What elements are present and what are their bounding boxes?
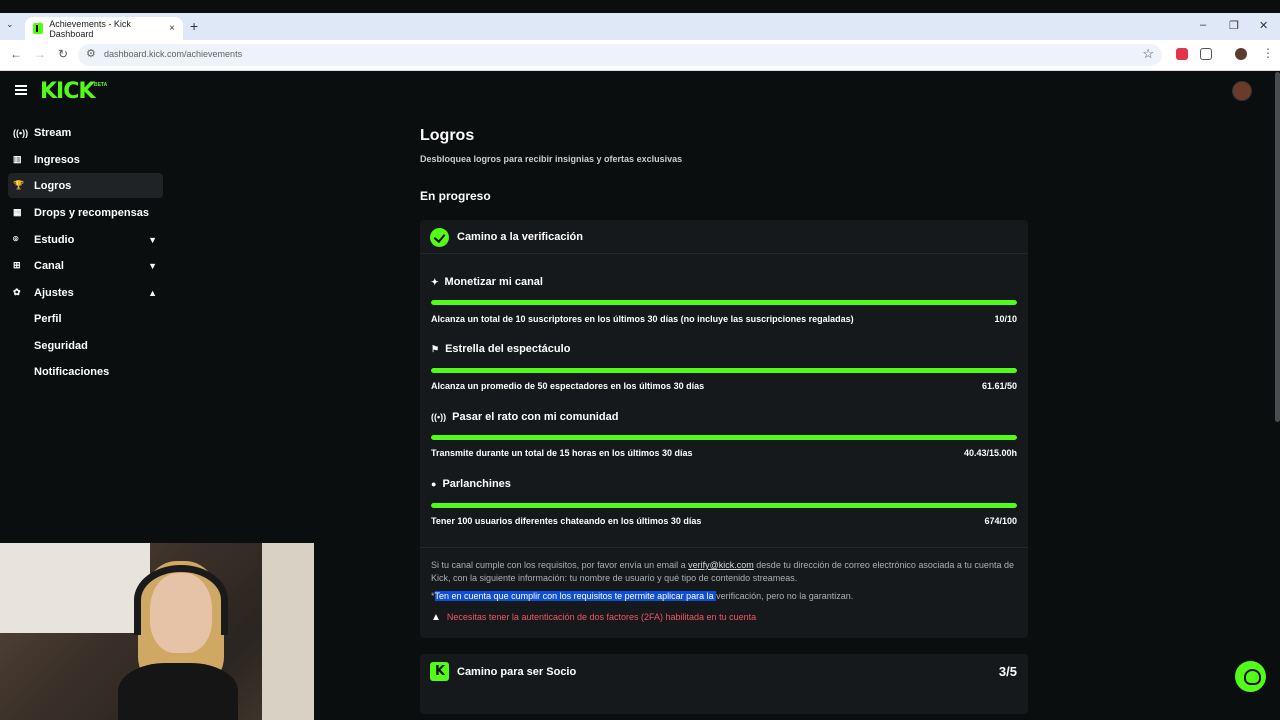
progress-bar [431,435,1017,440]
partner-card-count: 3/5 [998,664,1017,679]
close-window-icon[interactable]: ✕ [1259,19,1268,32]
broadcast-icon: ((•)) [431,412,447,422]
sidebar-item-drops[interactable]: ▦ Drops y recompensas [8,200,163,225]
verification-info: Si tu canal cumple con los requisitos, p… [431,560,1014,583]
card-divider [420,547,1028,548]
progress-bar [431,503,1017,508]
browser-menu-icon[interactable]: ⋮ [1262,46,1274,60]
omnibox[interactable]: ⚙ dashboard.kick.com/achievements ☆ [78,44,1162,66]
sidebar-item-ajustes[interactable]: ✿ Ajustes ▲ [8,280,163,305]
requirement-desc: Alcanza un total de 10 suscriptores en l… [431,314,854,324]
requirement-desc: Alcanza un promedio de 50 espectadores e… [431,381,705,391]
requirement-name: ⚑ Estrella del espectáculo [431,343,571,355]
sidebar-item-canal[interactable]: ⊞ Canal ▼ [8,253,163,278]
os-top-strip [0,0,1280,13]
sidebar-item-stream[interactable]: ((•)) Stream [8,120,163,145]
channel-icon: ⊞ [13,260,21,270]
gear-icon: ✿ [13,287,21,297]
sidebar-item-label: Drops y recompensas [34,206,149,219]
close-tab-icon[interactable]: × [169,23,175,34]
requirement-desc: Transmite durante un total de 15 horas e… [431,448,693,458]
trophy-icon: 🏆 [13,180,25,190]
kick-favicon-icon [33,23,44,34]
headset [134,565,228,635]
studio-icon: ⌾ [13,234,19,244]
partner-card-title: Camino para ser Socio [457,666,577,678]
verification-note: *Ten en cuenta que cumplir con los requi… [431,591,854,601]
2fa-warning: ▲ Necesitas tener la autenticación de dos… [431,612,757,623]
sidebar-item-ingresos[interactable]: ▥ Ingresos [8,147,163,172]
url-text: dashboard.kick.com/achievements [104,49,243,59]
partner-card[interactable] [420,654,1028,714]
kick-k-icon [430,662,449,681]
support-chat-icon[interactable] [1235,661,1266,692]
sidebar-subitem-seguridad[interactable]: Seguridad [34,340,88,352]
progress-fill [431,503,1017,508]
beta-badge: BETA [94,82,108,88]
extensions-puzzle-icon[interactable] [1200,48,1212,60]
requirement-value: 674/100 [984,516,1017,526]
card-title: Camino a la verificación [457,231,583,243]
sidebar-item-label: Ingresos [34,153,80,166]
chevron-down-icon: ▼ [148,234,157,245]
tab-title: Achievements - Kick Dashboard [49,18,131,39]
page-scrollbar[interactable] [1275,72,1280,422]
requirement-name: ✦ Monetizar mi canal [431,276,543,288]
selected-text: Ten en cuenta que cumplir con los requis… [434,591,717,601]
webcam-background [0,543,150,633]
sidebar-subitem-notificaciones[interactable]: Notificaciones [34,366,109,378]
bookmark-star-icon[interactable]: ☆ [1142,46,1154,62]
new-tab-icon[interactable]: + [190,18,198,34]
requirement-value: 10/10 [994,314,1017,324]
requirement-desc: Tener 100 usuarios diferentes chateando … [431,516,702,526]
webcam-person-body [118,663,238,720]
forward-icon[interactable]: → [34,47,46,61]
sidebar-item-label: Ajustes [34,286,74,299]
user-avatar[interactable] [1232,81,1252,101]
hamburger-menu-icon[interactable] [15,85,27,95]
reload-icon[interactable]: ↻ [58,47,68,61]
profile-avatar-icon[interactable] [1235,48,1247,60]
back-icon[interactable]: ← [10,47,22,61]
sidebar-subitem-perfil[interactable]: Perfil [34,313,62,325]
broadcast-icon: ((•)) [13,127,29,138]
sidebar-item-estudio[interactable]: ⌾ Estudio ▼ [8,227,163,252]
requirement-value: 40.43/15.00h [963,448,1017,458]
sidebar-item-label: Estudio [34,233,75,246]
progress-bar [431,368,1017,373]
progress-fill [431,435,1017,440]
chevron-up-icon: ▲ [148,287,157,298]
requirement-name: ((•)) Pasar el rato con mi comunidad [431,411,619,423]
sidebar-item-label: Stream [34,126,72,139]
chat-icon: ● [431,479,437,489]
requirement-value: 61.61/50 [981,381,1017,391]
kick-logo[interactable]: KICK [40,79,95,104]
gift-icon: ▦ [13,207,22,217]
progress-fill [431,300,1017,305]
tab-search-icon[interactable]: ⌄ [6,19,14,30]
progress-fill [431,368,1017,373]
page-subtitle: Desbloquea logros para recibir insignias… [420,154,683,164]
extension-icon[interactable] [1176,48,1188,60]
sidebar-item-label: Logros [34,179,72,192]
sidebar-item-logros[interactable]: 🏆 Logros [8,173,163,198]
requirement-name: ● Parlanchines [431,478,511,490]
restore-icon[interactable]: ❐ [1229,19,1239,32]
sidebar-item-label: Canal [34,259,64,272]
star-person-icon: ⚑ [431,344,440,354]
browser-tab[interactable]: Achievements - Kick Dashboard × [25,17,183,40]
verified-badge-icon [430,228,449,247]
minimize-icon[interactable]: – [1200,19,1206,31]
verify-email-link[interactable]: verify@kick.com [688,560,754,570]
webcam-shelf [262,543,314,720]
section-heading: En progreso [420,189,491,203]
chevron-down-icon: ▼ [148,260,157,271]
progress-bar [431,300,1017,305]
webcam-overlay [0,543,314,720]
sparkle-icon: ✦ [431,277,439,287]
page-title: Logros [420,127,475,144]
chart-icon: ▥ [13,154,22,164]
site-info-icon[interactable]: ⚙ [86,47,96,60]
warning-icon: ▲ [431,612,441,623]
